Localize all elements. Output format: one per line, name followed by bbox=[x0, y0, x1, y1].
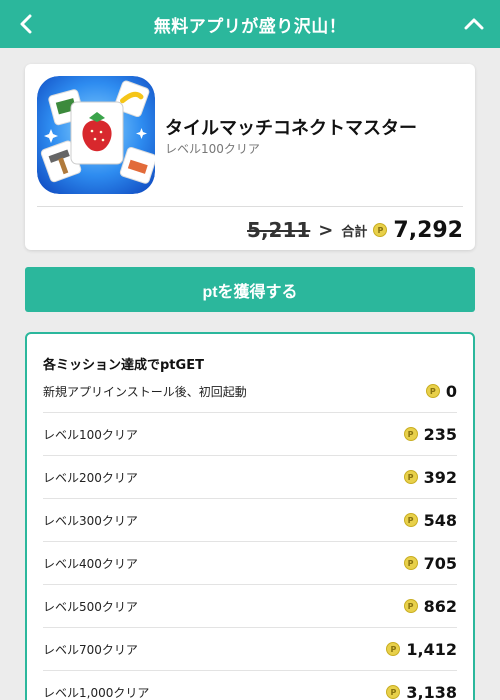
mission-label: レベル400クリア bbox=[43, 556, 138, 571]
mission-points: 548 bbox=[423, 510, 457, 530]
missions-panel: 各ミッション達成でptGET 新規アプリインストール後、初回起動 P0 レベル1… bbox=[25, 332, 475, 700]
coin-icon: P bbox=[403, 470, 418, 484]
mission-points: 0 bbox=[445, 381, 457, 401]
mission-row: レベル100クリア P 235 bbox=[43, 413, 457, 456]
mission-label: レベル1,000クリア bbox=[43, 685, 150, 700]
coin-icon: P bbox=[386, 642, 401, 656]
app-icon[interactable] bbox=[37, 76, 155, 194]
total-points: 7,292 bbox=[393, 217, 463, 243]
mission-points: 862 bbox=[423, 596, 457, 616]
mission-row: レベル200クリア P 392 bbox=[43, 456, 457, 499]
mission-label: レベル500クリア bbox=[43, 599, 138, 614]
mission-row: レベル1,000クリア P 3,138 bbox=[43, 671, 457, 700]
mission-points: 235 bbox=[423, 424, 457, 444]
mission-label: レベル700クリア bbox=[43, 642, 138, 657]
mission-label: レベル200クリア bbox=[43, 470, 138, 485]
mission-points: 705 bbox=[423, 553, 457, 573]
get-points-button[interactable]: ptを獲得する bbox=[25, 267, 475, 312]
mission-row: レベル400クリア P 705 bbox=[43, 542, 457, 585]
coin-icon: P bbox=[403, 599, 418, 613]
app-card: タイルマッチコネクトマスター レベル100クリア 5,211 > 合計 P 7,… bbox=[25, 64, 475, 250]
mission-label: レベル100クリア bbox=[43, 427, 138, 442]
divider bbox=[37, 206, 463, 207]
app-subtitle: レベル100クリア bbox=[165, 142, 260, 156]
mission-points: 392 bbox=[423, 467, 457, 487]
page-title: 無料アプリが盛り沢山！ bbox=[153, 16, 347, 37]
mission-label: レベル300クリア bbox=[43, 513, 138, 528]
mission-row: レベル300クリア P 548 bbox=[43, 499, 457, 542]
mission-row: レベル500クリア P 862 bbox=[43, 585, 457, 628]
coin-icon: P bbox=[403, 427, 418, 441]
coin-icon: P bbox=[403, 513, 418, 527]
app-name: タイルマッチコネクトマスター bbox=[165, 118, 417, 139]
coin-icon: P bbox=[373, 223, 388, 237]
old-points: 5,211 bbox=[247, 218, 311, 242]
coin-icon: P bbox=[386, 685, 401, 699]
coin-icon: P bbox=[425, 384, 440, 398]
total-label: 合計 bbox=[341, 224, 368, 240]
arrow-right-icon: > bbox=[318, 219, 334, 241]
mission-row: 新規アプリインストール後、初回起動 P0 bbox=[43, 370, 457, 413]
mission-points: 3,138 bbox=[406, 682, 457, 700]
mission-label: 新規アプリインストール後、初回起動 bbox=[43, 384, 247, 399]
mission-points: 1,412 bbox=[406, 639, 457, 659]
chevron-left-icon[interactable] bbox=[14, 12, 38, 36]
points-summary: 5,211 > 合計 P 7,292 bbox=[247, 216, 463, 244]
coin-icon: P bbox=[403, 556, 418, 570]
chevron-up-icon[interactable] bbox=[462, 12, 486, 36]
top-bar: 無料アプリが盛り沢山！ bbox=[0, 0, 500, 48]
mission-row: レベル700クリア P 1,412 bbox=[43, 628, 457, 671]
